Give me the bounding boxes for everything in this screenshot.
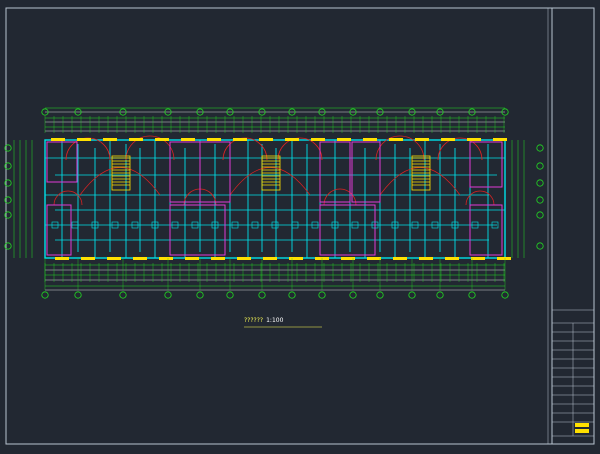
floor-plan-drawing	[4, 7, 595, 445]
axis-bubble-bottom	[119, 291, 127, 299]
window	[103, 138, 117, 141]
axis-bubble-right	[536, 196, 544, 204]
axis-bubble-right	[536, 144, 544, 152]
axis-bubble-bottom	[196, 291, 204, 299]
drawing-title: ?????? 1:100	[244, 315, 324, 327]
window	[81, 257, 95, 260]
axis-bubble-bottom	[226, 291, 234, 299]
unit-outline	[319, 204, 376, 256]
window	[55, 257, 69, 260]
window	[289, 257, 303, 260]
balcony-arc	[79, 167, 161, 196]
axis-bubble-bottom	[468, 291, 476, 299]
axis-bubble-right	[536, 162, 544, 170]
balcony-arc	[379, 167, 461, 196]
door-arc	[65, 137, 111, 161]
furniture-layer	[46, 141, 503, 256]
axis-bubble-bottom	[501, 291, 509, 299]
balcony-arc	[229, 167, 311, 196]
window	[77, 138, 91, 141]
window	[337, 138, 351, 141]
window	[211, 257, 225, 260]
window	[237, 257, 251, 260]
unit-outline	[169, 204, 226, 256]
window	[363, 138, 377, 141]
window	[285, 138, 299, 141]
window	[471, 257, 485, 260]
window	[415, 138, 429, 141]
window	[233, 138, 247, 141]
door-arc	[323, 188, 357, 206]
dimension-lines	[13, 107, 525, 291]
axis-bubble-bottom	[408, 291, 416, 299]
title-block	[552, 309, 594, 437]
axis-bubble-bottom	[318, 291, 326, 299]
axis-bubble-right	[536, 211, 544, 219]
window	[419, 257, 433, 260]
window	[467, 138, 481, 141]
axis-bubble-bottom	[436, 291, 444, 299]
window	[155, 138, 169, 141]
window	[493, 138, 507, 141]
window	[263, 257, 277, 260]
axis-bubble-bottom	[41, 291, 49, 299]
unit-outline	[469, 204, 503, 256]
unit-outline	[351, 141, 381, 203]
axis-bubble-bottom	[258, 291, 266, 299]
axis-bubble-bottom	[288, 291, 296, 299]
window	[159, 257, 173, 260]
axis-bubble-bottom	[74, 291, 82, 299]
stairs-layer	[111, 155, 431, 191]
axis-bubble-right	[536, 242, 544, 250]
title-block-stamp	[575, 423, 589, 427]
door-arc	[277, 137, 323, 161]
window	[107, 257, 121, 260]
window	[445, 257, 459, 260]
axis-bubble-bottom	[349, 291, 357, 299]
window	[441, 138, 455, 141]
unit-outline	[469, 141, 503, 188]
drawing-title-text: ??????	[244, 317, 264, 324]
window	[393, 257, 407, 260]
axis-bubble-right	[536, 179, 544, 187]
window	[367, 257, 381, 260]
window	[129, 138, 143, 141]
window	[207, 138, 221, 141]
title-block-stamp-2	[575, 429, 589, 433]
drawing-scale: 1:100	[266, 317, 284, 324]
door-arc	[437, 137, 483, 161]
window	[185, 257, 199, 260]
unit-outline	[46, 204, 72, 256]
window	[181, 138, 195, 141]
grid-axes-layer	[4, 108, 544, 328]
axis-bubble-bottom	[376, 291, 384, 299]
window	[389, 138, 403, 141]
window	[497, 257, 511, 260]
axis-bubble-bottom	[164, 291, 172, 299]
window	[311, 138, 325, 141]
window	[51, 138, 65, 141]
window	[133, 257, 147, 260]
window	[259, 138, 273, 141]
cad-drawing-canvas: ?????? 1:100	[0, 0, 600, 450]
drawing-frame	[5, 7, 595, 445]
